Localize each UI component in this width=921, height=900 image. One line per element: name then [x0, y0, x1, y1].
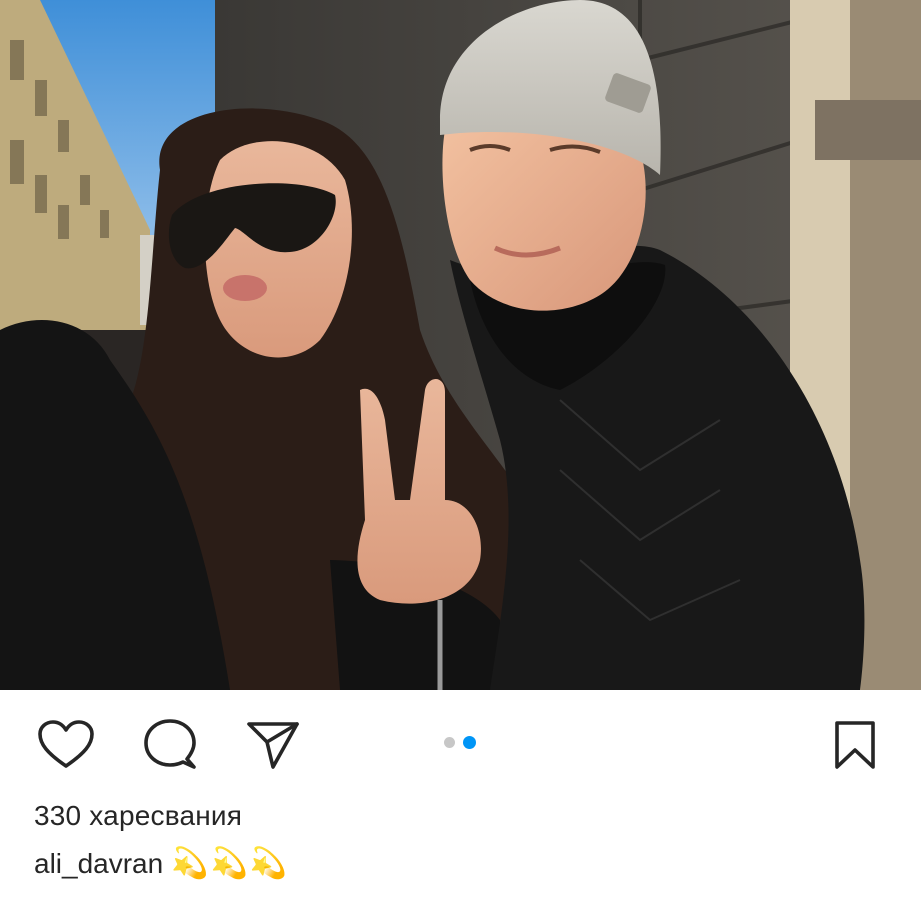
bookmark-icon	[835, 721, 875, 769]
send-icon	[247, 722, 299, 769]
photo-illustration	[0, 0, 921, 690]
post-action-bar	[0, 690, 921, 795]
post-caption: ali_davran 💫💫💫	[34, 846, 289, 881]
instagram-post: 330 харесвания ali_davran 💫💫💫	[0, 0, 921, 900]
carousel-indicator	[444, 735, 476, 749]
heart-icon	[38, 720, 94, 768]
caption-text: 💫💫💫	[171, 846, 290, 881]
share-button[interactable]	[243, 715, 303, 775]
post-photo[interactable]	[0, 0, 921, 690]
likes-count[interactable]: 330 харесвания	[34, 800, 242, 832]
comment-icon	[144, 719, 196, 769]
carousel-dot	[444, 736, 455, 748]
caption-username[interactable]: ali_davran	[34, 848, 163, 880]
save-button[interactable]	[825, 715, 885, 775]
like-button[interactable]	[36, 715, 96, 775]
comment-button[interactable]	[140, 715, 200, 775]
carousel-dot-active	[463, 735, 476, 749]
